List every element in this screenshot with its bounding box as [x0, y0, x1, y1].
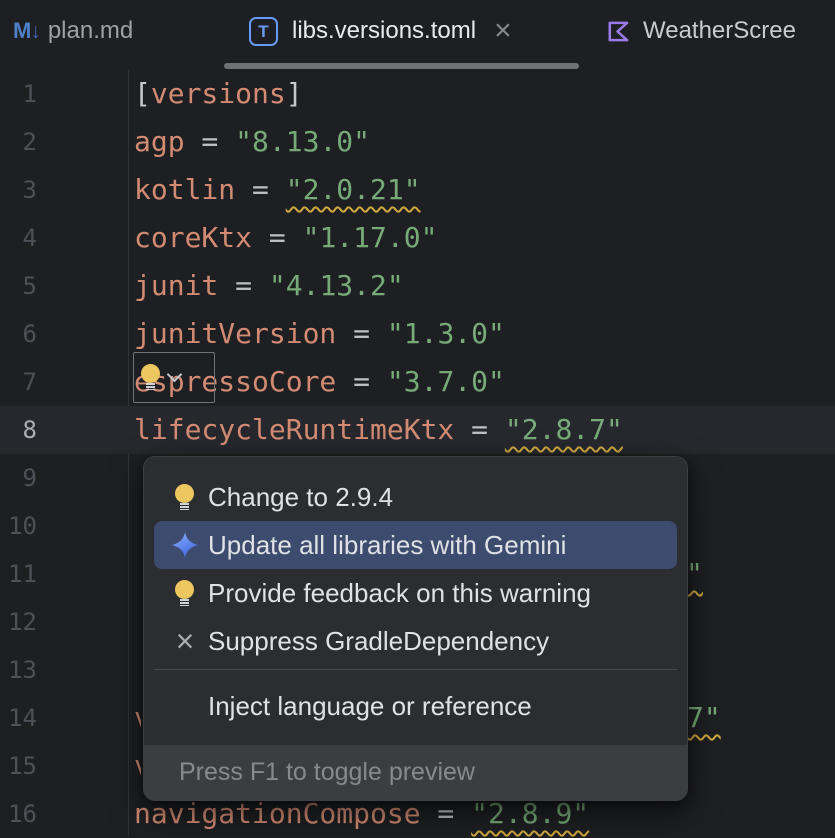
line-number[interactable]: 3 [0, 166, 37, 214]
line-number[interactable]: 4 [0, 214, 37, 262]
editor-tab-bar: M↓ plan.md T libs.versions.toml × Weathe… [0, 0, 835, 70]
tab-plan-md[interactable]: M↓ plan.md [13, 0, 133, 62]
code-text: coreKtx = "1.17.0" [134, 214, 437, 262]
code-text: [versions] [134, 70, 303, 118]
tab-label: libs.versions.toml [292, 17, 476, 45]
line-number[interactable]: 7 [0, 358, 37, 406]
toml-icon: T [249, 17, 278, 46]
line-number[interactable]: 12 [0, 598, 37, 646]
code-line[interactable]: 7espressoCore = "3.7.0" [0, 358, 835, 406]
line-number[interactable]: 11 [0, 550, 37, 598]
close-icon: × [176, 625, 195, 657]
code-line[interactable]: 2 agp = "8.13.0" [0, 118, 835, 166]
code-line[interactable]: 8 lifecycleRuntimeKtx = "2.8.7" [0, 406, 835, 454]
menu-item[interactable]: Change to 2.9.4 [144, 473, 687, 521]
code-line[interactable]: 6 junitVersion = "1.3.0" [0, 310, 835, 358]
line-number[interactable]: 2 [0, 118, 37, 166]
line-number[interactable]: 13 [0, 646, 37, 694]
tab-libs-versions-toml[interactable]: T libs.versions.toml × [249, 0, 512, 62]
code-text: v [134, 742, 141, 790]
line-number[interactable]: 1 [0, 70, 37, 118]
line-number[interactable]: 10 [0, 502, 37, 550]
line-number[interactable]: 9 [0, 454, 37, 502]
line-number[interactable]: 14 [0, 694, 37, 742]
code-line[interactable]: 1 [versions] [0, 70, 835, 118]
line-number[interactable]: 8 [0, 406, 37, 454]
line-number[interactable]: 16 [0, 790, 37, 838]
gemini-sparkle-icon [169, 529, 201, 561]
code-text: lifecycleRuntimeKtx = "2.8.7" [134, 406, 623, 454]
intention-popup: Change to 2.9.4 Update all libraries with… [143, 456, 688, 801]
line-number[interactable]: 6 [0, 310, 37, 358]
tab-weatherscreen[interactable]: WeatherScree [604, 0, 796, 62]
markdown-icon: M↓ [13, 18, 40, 44]
menu-item[interactable]: Provide feedback on this warning [144, 569, 687, 617]
menu-item[interactable]: × Suppress GradleDependency [144, 617, 687, 665]
code-line[interactable]: 3 kotlin = "2.0.21" [0, 166, 835, 214]
tab-label: plan.md [48, 17, 133, 45]
lightbulb-icon [175, 484, 195, 511]
intention-bulb-button[interactable] [133, 352, 215, 403]
menu-item[interactable]: Inject language or reference [144, 682, 687, 730]
code-text: kotlin = "2.0.21" [134, 166, 421, 214]
line-number[interactable]: 15 [0, 742, 37, 790]
tab-label: WeatherScree [643, 17, 796, 45]
popup-footer-hint: Press F1 to toggle preview [144, 745, 687, 800]
code-line[interactable]: 5 junit = "4.13.2" [0, 262, 835, 310]
menu-separator [154, 669, 677, 670]
kotlin-icon [604, 18, 631, 45]
line-number[interactable]: 5 [0, 262, 37, 310]
lightbulb-icon [141, 364, 161, 391]
menu-item-label: Suppress GradleDependency [208, 626, 549, 657]
code-text: junit = "4.13.2" [134, 262, 404, 310]
code-text: v [134, 694, 141, 742]
tab-scrollbar-thumb[interactable] [224, 63, 579, 69]
menu-item-label: Provide feedback on this warning [208, 578, 591, 609]
lightbulb-icon [175, 580, 195, 607]
code-line[interactable]: 4 coreKtx = "1.17.0" [0, 214, 835, 262]
chevron-down-icon [167, 367, 183, 383]
close-icon[interactable]: × [494, 16, 512, 46]
menu-item-label: Change to 2.9.4 [208, 482, 393, 513]
menu-item-label: Update all libraries with Gemini [208, 530, 566, 561]
menu-item-label: Inject language or reference [208, 691, 532, 722]
code-text: agp = "8.13.0" [134, 118, 370, 166]
menu-item[interactable]: Update all libraries with Gemini [154, 521, 677, 569]
code-text: junitVersion = "1.3.0" [134, 310, 505, 358]
